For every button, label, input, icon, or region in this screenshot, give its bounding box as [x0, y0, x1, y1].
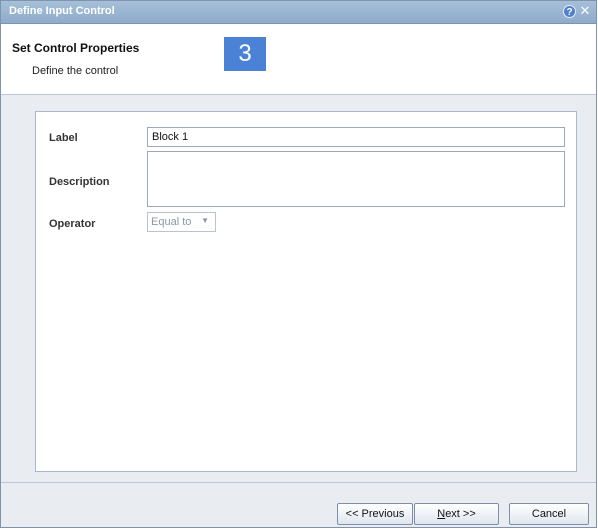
dialog-title: Define Input Control — [9, 5, 115, 17]
close-icon[interactable]: ✕ — [578, 3, 592, 19]
label-caption: Label — [49, 132, 78, 144]
step-title: Set Control Properties — [12, 41, 140, 55]
operator-caption: Operator — [49, 218, 96, 230]
next-button[interactable]: Next >> — [414, 503, 499, 525]
label-input[interactable] — [147, 127, 565, 147]
step-header: Set Control Properties Define the contro… — [1, 24, 596, 95]
next-mnemonic: N — [437, 508, 446, 520]
description-textarea[interactable] — [147, 151, 565, 207]
next-label: ext >> — [445, 508, 476, 520]
properties-panel: Label Description Operator Equal to ▼ — [35, 111, 577, 472]
help-icon[interactable]: ? — [563, 5, 576, 18]
step-number-badge: 3 — [224, 37, 266, 71]
previous-button[interactable]: << Previous — [337, 503, 413, 525]
description-caption: Description — [49, 176, 110, 188]
operator-selected-value: Equal to — [151, 216, 192, 228]
operator-select[interactable]: Equal to ▼ — [147, 212, 216, 232]
button-bar: << Previous Next >> Cancel — [1, 483, 596, 527]
step-subtitle: Define the control — [32, 65, 119, 77]
dropdown-arrow-icon: ▼ — [201, 216, 209, 225]
define-input-control-dialog: Define Input Control ? ✕ Set Control Pro… — [0, 0, 597, 528]
content-area: Label Description Operator Equal to ▼ — [1, 95, 596, 483]
title-bar: Define Input Control ? ✕ — [1, 1, 596, 24]
cancel-button[interactable]: Cancel — [509, 503, 589, 525]
